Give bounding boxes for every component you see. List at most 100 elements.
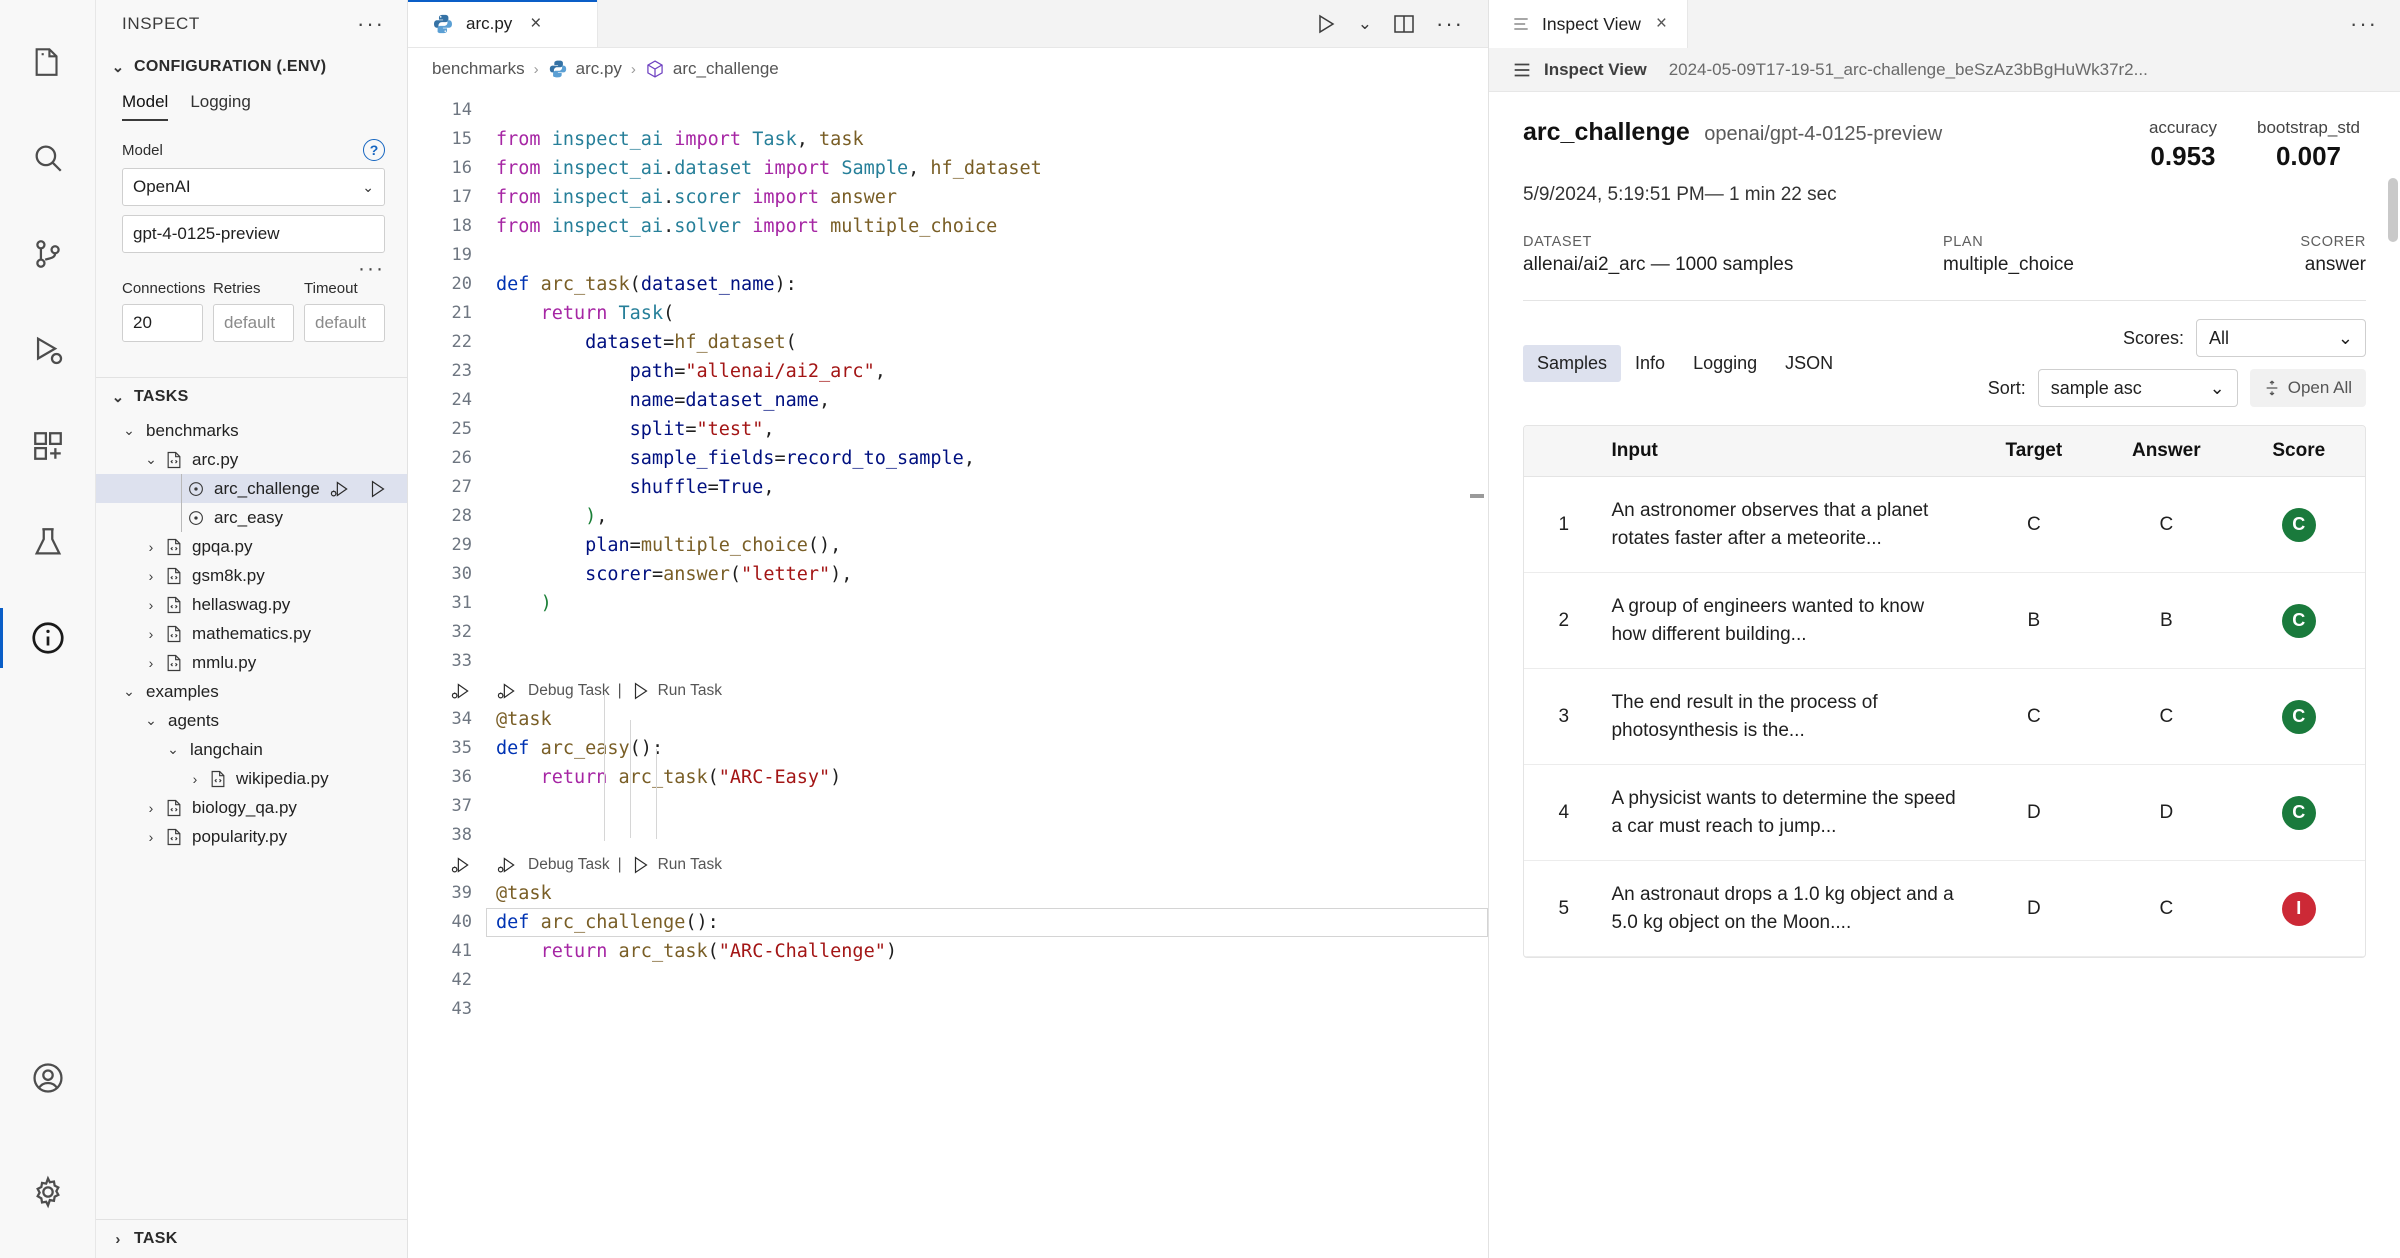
- code-line[interactable]: from inspect_ai import Task, task: [486, 125, 1488, 154]
- tree-item-wikipedia-py[interactable]: › wikipedia.py: [96, 764, 407, 793]
- activity-item-run-and-debug[interactable]: [0, 302, 96, 398]
- code-line[interactable]: ): [486, 589, 1488, 618]
- run-task-icon[interactable]: [367, 479, 389, 499]
- chevron-right-icon[interactable]: ›: [140, 800, 162, 816]
- chevron-down-icon[interactable]: ⌄: [140, 451, 162, 468]
- code-line[interactable]: name=dataset_name,: [486, 386, 1488, 415]
- tree-item-arc-easy[interactable]: arc_easy: [96, 503, 407, 532]
- chevron-down-icon[interactable]: ⌄: [118, 683, 140, 700]
- codelens-debug-task[interactable]: Debug Task: [496, 850, 610, 879]
- table-row[interactable]: 1 An astronomer observes that a planet ro…: [1524, 476, 2365, 574]
- sidebar-more-actions-button[interactable]: ···: [357, 13, 385, 35]
- code-line[interactable]: [486, 821, 1488, 850]
- task-section-header[interactable]: › TASK: [96, 1220, 407, 1258]
- breadcrumb-item-benchmarks[interactable]: benchmarks: [432, 59, 525, 79]
- code-line[interactable]: scorer=answer("letter"),: [486, 560, 1488, 589]
- tree-item-biology-qa-py[interactable]: › biology_qa.py: [96, 793, 407, 822]
- codelens-run-task[interactable]: Run Task: [630, 850, 722, 879]
- code-line[interactable]: [486, 241, 1488, 270]
- activity-item-source-control[interactable]: [0, 206, 96, 302]
- configuration-more-button[interactable]: ···: [122, 258, 385, 279]
- code-editor[interactable]: 14 15 16 17 18 19 20 21 22 23 24 25 26 27 28 29 30 31 32 33…: [408, 90, 1488, 1258]
- tree-item-langchain[interactable]: ⌄ langchain: [96, 735, 407, 764]
- inspect-view-scrollbar[interactable]: [2388, 178, 2398, 242]
- code-line[interactable]: from inspect_ai.solver import multiple_c…: [486, 212, 1488, 241]
- codelens-run-task[interactable]: Run Task: [630, 676, 722, 705]
- retries-input[interactable]: default: [213, 304, 294, 342]
- chevron-right-icon[interactable]: ›: [140, 626, 162, 642]
- chevron-right-icon[interactable]: ›: [140, 597, 162, 613]
- chevron-right-icon[interactable]: ›: [184, 771, 206, 787]
- tree-item-gsm8k-py[interactable]: › gsm8k.py: [96, 561, 407, 590]
- code-line[interactable]: dataset=hf_dataset(: [486, 328, 1488, 357]
- editor-tab-arc-py[interactable]: arc.py ×: [408, 0, 598, 47]
- code-line[interactable]: @task: [486, 879, 1488, 908]
- code-line[interactable]: [486, 618, 1488, 647]
- code-line[interactable]: return Task(: [486, 299, 1488, 328]
- tab-json[interactable]: JSON: [1771, 345, 1847, 382]
- task-section[interactable]: › TASK: [96, 1219, 407, 1258]
- code-line[interactable]: [486, 966, 1488, 995]
- help-icon[interactable]: ?: [363, 139, 385, 161]
- activity-item-extensions[interactable]: [0, 398, 96, 494]
- tab-info[interactable]: Info: [1621, 345, 1679, 382]
- model-provider-select[interactable]: OpenAI ⌄: [122, 168, 385, 206]
- tree-item-agents[interactable]: ⌄ agents: [96, 706, 407, 735]
- timeout-input[interactable]: default: [304, 304, 385, 342]
- tab-samples[interactable]: Samples: [1523, 344, 1622, 382]
- activity-item-settings[interactable]: [0, 1144, 96, 1240]
- debug-task-icon[interactable]: [450, 681, 476, 701]
- code-line[interactable]: return arc_task("ARC-Challenge"): [486, 937, 1488, 966]
- activity-item-search[interactable]: [0, 110, 96, 206]
- code-line[interactable]: [486, 995, 1488, 1024]
- chevron-right-icon[interactable]: ›: [140, 568, 162, 584]
- code-line[interactable]: def arc_easy():: [486, 734, 1488, 763]
- code-line[interactable]: return arc_task("ARC-Easy"): [486, 763, 1488, 792]
- connections-input[interactable]: 20: [122, 304, 203, 342]
- chevron-down-icon[interactable]: ⌄: [140, 712, 162, 729]
- close-icon[interactable]: ×: [530, 13, 541, 35]
- chevron-down-icon[interactable]: ⌄: [118, 422, 140, 439]
- tree-item-popularity-py[interactable]: › popularity.py: [96, 822, 407, 851]
- chevron-down-icon[interactable]: ⌄: [1358, 14, 1372, 34]
- code-line[interactable]: [486, 647, 1488, 676]
- configuration-section-header[interactable]: ⌄ CONFIGURATION (.ENV): [96, 48, 407, 86]
- split-editor-icon[interactable]: [1392, 12, 1416, 36]
- tree-item-gpqa-py[interactable]: › gpqa.py: [96, 532, 407, 561]
- tree-item-examples[interactable]: ⌄ examples: [96, 677, 407, 706]
- editor-scrollbar[interactable]: [1470, 494, 1484, 498]
- inspect-view-tab[interactable]: Inspect View ×: [1489, 0, 1689, 48]
- close-icon[interactable]: ×: [1656, 13, 1667, 35]
- code-line[interactable]: [486, 792, 1488, 821]
- code-line[interactable]: [486, 96, 1488, 125]
- tree-item-benchmarks[interactable]: ⌄ benchmarks: [96, 416, 407, 445]
- codelens-debug-task[interactable]: Debug Task: [496, 676, 610, 705]
- code-line[interactable]: plan=multiple_choice(),: [486, 531, 1488, 560]
- code-line[interactable]: def arc_challenge():: [486, 908, 1488, 937]
- run-icon[interactable]: [1314, 12, 1338, 36]
- tree-item-mathematics-py[interactable]: › mathematics.py: [96, 619, 407, 648]
- log-file-name[interactable]: 2024-05-09T17-19-51_arc-challenge_beSzAz…: [1669, 60, 2148, 80]
- tasks-section-header[interactable]: ⌄ TASKS: [96, 378, 407, 416]
- table-row[interactable]: 4A physicist wants to determine the spee…: [1524, 764, 2365, 862]
- code-line[interactable]: from inspect_ai.dataset import Sample, h…: [486, 154, 1488, 183]
- code-line[interactable]: split="test",: [486, 415, 1488, 444]
- tab-logging[interactable]: Logging: [1679, 345, 1771, 382]
- scores-select[interactable]: All ⌄: [2196, 319, 2366, 357]
- code-line[interactable]: sample_fields=record_to_sample,: [486, 444, 1488, 473]
- chevron-right-icon[interactable]: ›: [140, 829, 162, 845]
- sort-select[interactable]: sample asc ⌄: [2037, 369, 2238, 407]
- tree-item-arc-challenge[interactable]: arc_challenge: [96, 474, 407, 503]
- breadcrumb-item-arc-challenge[interactable]: arc_challenge: [645, 59, 779, 79]
- editor-more-button[interactable]: ···: [1436, 12, 1464, 34]
- code-line[interactable]: def arc_task(dataset_name):: [486, 270, 1488, 299]
- breadcrumb-item-arc-py[interactable]: arc.py: [548, 59, 622, 79]
- tree-item-hellaswag-py[interactable]: › hellaswag.py: [96, 590, 407, 619]
- debug-task-icon[interactable]: [450, 855, 476, 875]
- table-row[interactable]: 5 An astronaut drops a 1.0 kg object and …: [1524, 860, 2365, 958]
- code-line[interactable]: @task: [486, 705, 1488, 734]
- inspect-panel-more-button[interactable]: ···: [2328, 0, 2400, 48]
- code-line[interactable]: ),: [486, 502, 1488, 531]
- model-name-input[interactable]: gpt-4-0125-preview: [122, 215, 385, 253]
- tab-model[interactable]: Model: [122, 92, 169, 121]
